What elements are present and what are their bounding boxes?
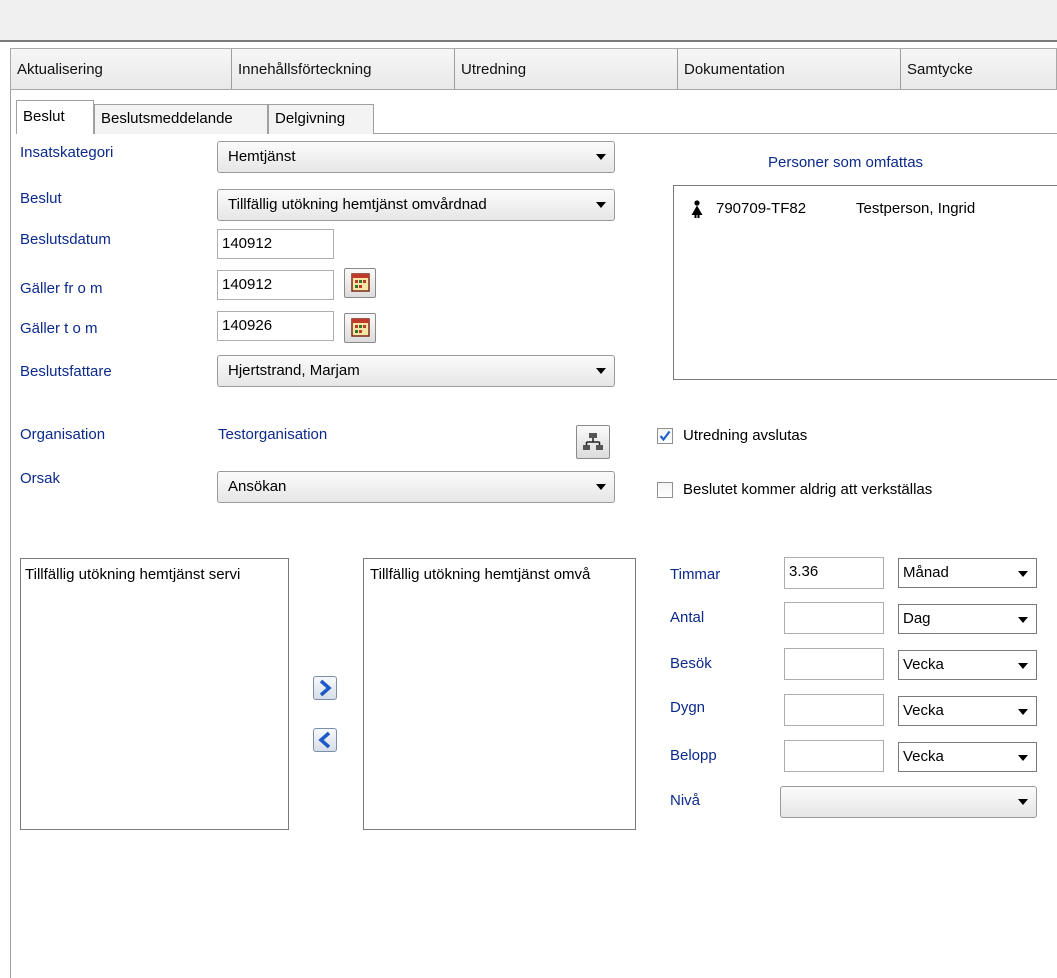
checkmark-icon xyxy=(659,430,671,442)
dropdown-arrow-icon xyxy=(1018,617,1028,623)
timmar-unit-value: Månad xyxy=(903,564,949,581)
beslutsfattare-value: Hjertstrand, Marjam xyxy=(228,362,360,379)
antal-field[interactable] xyxy=(784,602,884,634)
content-border xyxy=(10,90,11,978)
move-right-button[interactable] xyxy=(313,676,337,700)
tab-innehallsforteckning[interactable]: Innehållsförteckning xyxy=(232,49,455,89)
label-beslut: Beslut xyxy=(20,190,62,207)
label-galler-tom: Gäller t o m xyxy=(20,320,98,337)
tab-dokumentation[interactable]: Dokumentation xyxy=(678,49,901,89)
subtab-beslutsmeddelande[interactable]: Beslutsmeddelande xyxy=(94,104,268,134)
timmar-field[interactable]: 3.36 xyxy=(784,557,884,589)
available-list[interactable]: Tillfällig utökning hemtjänst servi xyxy=(20,558,289,830)
dygn-unit-select[interactable]: Vecka xyxy=(898,696,1037,726)
label-beslutsdatum: Beslutsdatum xyxy=(20,231,111,248)
beslutsfattare-select[interactable]: Hjertstrand, Marjam xyxy=(217,355,615,387)
window-titlebar xyxy=(0,0,1057,42)
tab-samtycke[interactable]: Samtycke xyxy=(901,49,1057,89)
galler-tom-field[interactable]: 140926 xyxy=(217,311,334,341)
org-tree-button[interactable] xyxy=(576,425,610,459)
label-niva: Nivå xyxy=(670,792,701,809)
label-timmar: Timmar xyxy=(670,566,721,583)
orsak-value: Ansökan xyxy=(228,478,287,495)
person-icon xyxy=(691,200,703,218)
beslut-select[interactable]: Tillfällig utökning hemtjänst omvårdnad xyxy=(217,189,615,221)
move-right-icon xyxy=(319,679,332,697)
belopp-unit-select[interactable]: Vecka xyxy=(898,742,1037,772)
list-item[interactable]: Tillfällig utökning hemtjänst servi xyxy=(25,566,240,583)
label-besok: Besök xyxy=(670,655,712,672)
subtab-beslut[interactable]: Beslut xyxy=(16,100,94,134)
dropdown-arrow-icon xyxy=(596,484,606,490)
calendar-icon xyxy=(351,318,370,337)
aldrig-verkstallas-label: Beslutet kommer aldrig att verkställas xyxy=(683,481,933,498)
utredning-avslutas-label: Utredning avslutas xyxy=(683,427,808,444)
label-belopp: Belopp xyxy=(670,747,717,764)
top-nav: Aktualisering Innehållsförteckning Utred… xyxy=(10,48,1057,90)
utredning-avslutas-checkbox[interactable] xyxy=(657,428,673,444)
label-organisation: Organisation xyxy=(20,426,106,443)
niva-select[interactable] xyxy=(780,786,1037,818)
tab-utredning[interactable]: Utredning xyxy=(455,49,678,89)
label-insatskategori: Insatskategori xyxy=(20,144,114,161)
besok-unit-value: Vecka xyxy=(903,656,944,673)
besok-unit-select[interactable]: Vecka xyxy=(898,650,1037,680)
dropdown-arrow-icon xyxy=(1018,755,1028,761)
insatskategori-select[interactable]: Hemtjänst xyxy=(217,141,615,173)
dropdown-arrow-icon xyxy=(1018,799,1028,805)
orsak-select[interactable]: Ansökan xyxy=(217,471,615,503)
besok-field[interactable] xyxy=(784,648,884,680)
timmar-unit-select[interactable]: Månad xyxy=(898,558,1037,588)
belopp-field[interactable] xyxy=(784,740,884,772)
dygn-field[interactable] xyxy=(784,694,884,726)
dropdown-arrow-icon xyxy=(1018,709,1028,715)
antal-unit-select[interactable]: Dag xyxy=(898,604,1037,634)
beslut-value: Tillfällig utökning hemtjänst omvårdnad xyxy=(228,196,487,213)
persons-list[interactable]: 790709-TF82 Testperson, Ingrid xyxy=(673,185,1057,380)
selected-list[interactable]: Tillfällig utökning hemtjänst omvå xyxy=(363,558,636,830)
dropdown-arrow-icon xyxy=(596,202,606,208)
move-left-button[interactable] xyxy=(313,728,337,752)
subtab-delgivning[interactable]: Delgivning xyxy=(268,104,374,134)
dygn-unit-value: Vecka xyxy=(903,702,944,719)
insatskategori-value: Hemtjänst xyxy=(228,148,296,165)
label-galler-from: Gäller fr o m xyxy=(20,280,103,297)
calendar-icon xyxy=(351,273,370,292)
person-id: 790709-TF82 xyxy=(716,200,807,217)
aldrig-verkstallas-checkbox[interactable] xyxy=(657,482,673,498)
list-item[interactable]: 790709-TF82 Testperson, Ingrid xyxy=(686,199,1056,221)
antal-unit-value: Dag xyxy=(903,610,931,627)
calendar-from-button[interactable] xyxy=(344,268,376,298)
dropdown-arrow-icon xyxy=(1018,663,1028,669)
person-name: Testperson, Ingrid xyxy=(856,200,976,217)
dropdown-arrow-icon xyxy=(1018,571,1028,577)
persons-heading: Personer som omfattas xyxy=(768,154,924,171)
organisation-value: Testorganisation xyxy=(218,426,328,443)
dropdown-arrow-icon xyxy=(596,154,606,160)
beslutsdatum-field[interactable]: 140912 xyxy=(217,229,334,259)
label-orsak: Orsak xyxy=(20,470,61,487)
galler-from-field[interactable]: 140912 xyxy=(217,270,334,300)
label-dygn: Dygn xyxy=(670,699,706,716)
move-left-icon xyxy=(318,731,331,749)
label-beslutsfattare: Beslutsfattare xyxy=(20,363,112,380)
tab-aktualisering[interactable]: Aktualisering xyxy=(11,49,232,89)
org-tree-icon xyxy=(583,433,603,450)
list-item[interactable]: Tillfällig utökning hemtjänst omvå xyxy=(370,566,590,583)
belopp-unit-value: Vecka xyxy=(903,748,944,765)
calendar-tom-button[interactable] xyxy=(344,313,376,343)
label-antal: Antal xyxy=(670,609,705,626)
dropdown-arrow-icon xyxy=(596,368,606,374)
